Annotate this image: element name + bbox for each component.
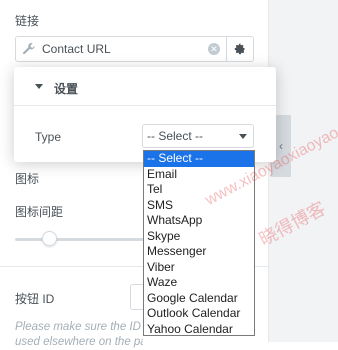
popover-title: 设置 <box>54 82 79 96</box>
icon-spacing-label: 图标间距 <box>15 205 64 219</box>
icon-label: 图标 <box>15 172 40 186</box>
button-id-note-line2: used elsewhere on the page this form is <box>15 336 143 348</box>
link-label: 链接 <box>15 14 40 28</box>
dropdown-option[interactable]: WhatsApp <box>144 213 254 229</box>
dropdown-option[interactable]: SMS <box>144 198 254 214</box>
dropdown-option[interactable]: Outlook Calendar <box>144 306 254 322</box>
type-label: Type <box>35 130 62 144</box>
slider-handle[interactable] <box>41 231 57 246</box>
link-settings-button[interactable] <box>226 36 254 62</box>
button-id-label: 按钮 ID <box>15 292 55 306</box>
gear-icon <box>234 43 245 55</box>
dropdown-option[interactable]: -- Select -- <box>144 151 254 167</box>
caret-down-icon <box>35 84 43 89</box>
dropdown-option[interactable]: Viber <box>144 260 254 276</box>
dropdown-option[interactable]: Skype <box>144 229 254 245</box>
link-url-value: Contact URL <box>42 42 111 56</box>
dropdown-option[interactable]: Waze <box>144 275 254 291</box>
chevron-down-icon <box>239 134 247 139</box>
icon-spacing-slider[interactable] <box>15 238 145 241</box>
dropdown-option[interactable]: Google Calendar <box>144 291 254 307</box>
clear-icon[interactable]: ✕ <box>208 43 220 55</box>
type-select[interactable]: -- Select -- <box>142 124 254 148</box>
wrench-icon <box>23 42 35 55</box>
dropdown-option[interactable]: Yahoo Calendar <box>144 322 254 338</box>
button-id-note: Please make sure the ID <box>15 321 141 333</box>
link-settings-popover: 设置 Type -- Select -- <box>14 67 276 162</box>
type-select-value: -- Select -- <box>147 129 204 143</box>
link-url-field[interactable]: Contact URL ✕ <box>15 36 227 62</box>
popover-header[interactable]: 设置 <box>14 67 276 106</box>
dropdown-option[interactable]: Messenger <box>144 244 254 260</box>
